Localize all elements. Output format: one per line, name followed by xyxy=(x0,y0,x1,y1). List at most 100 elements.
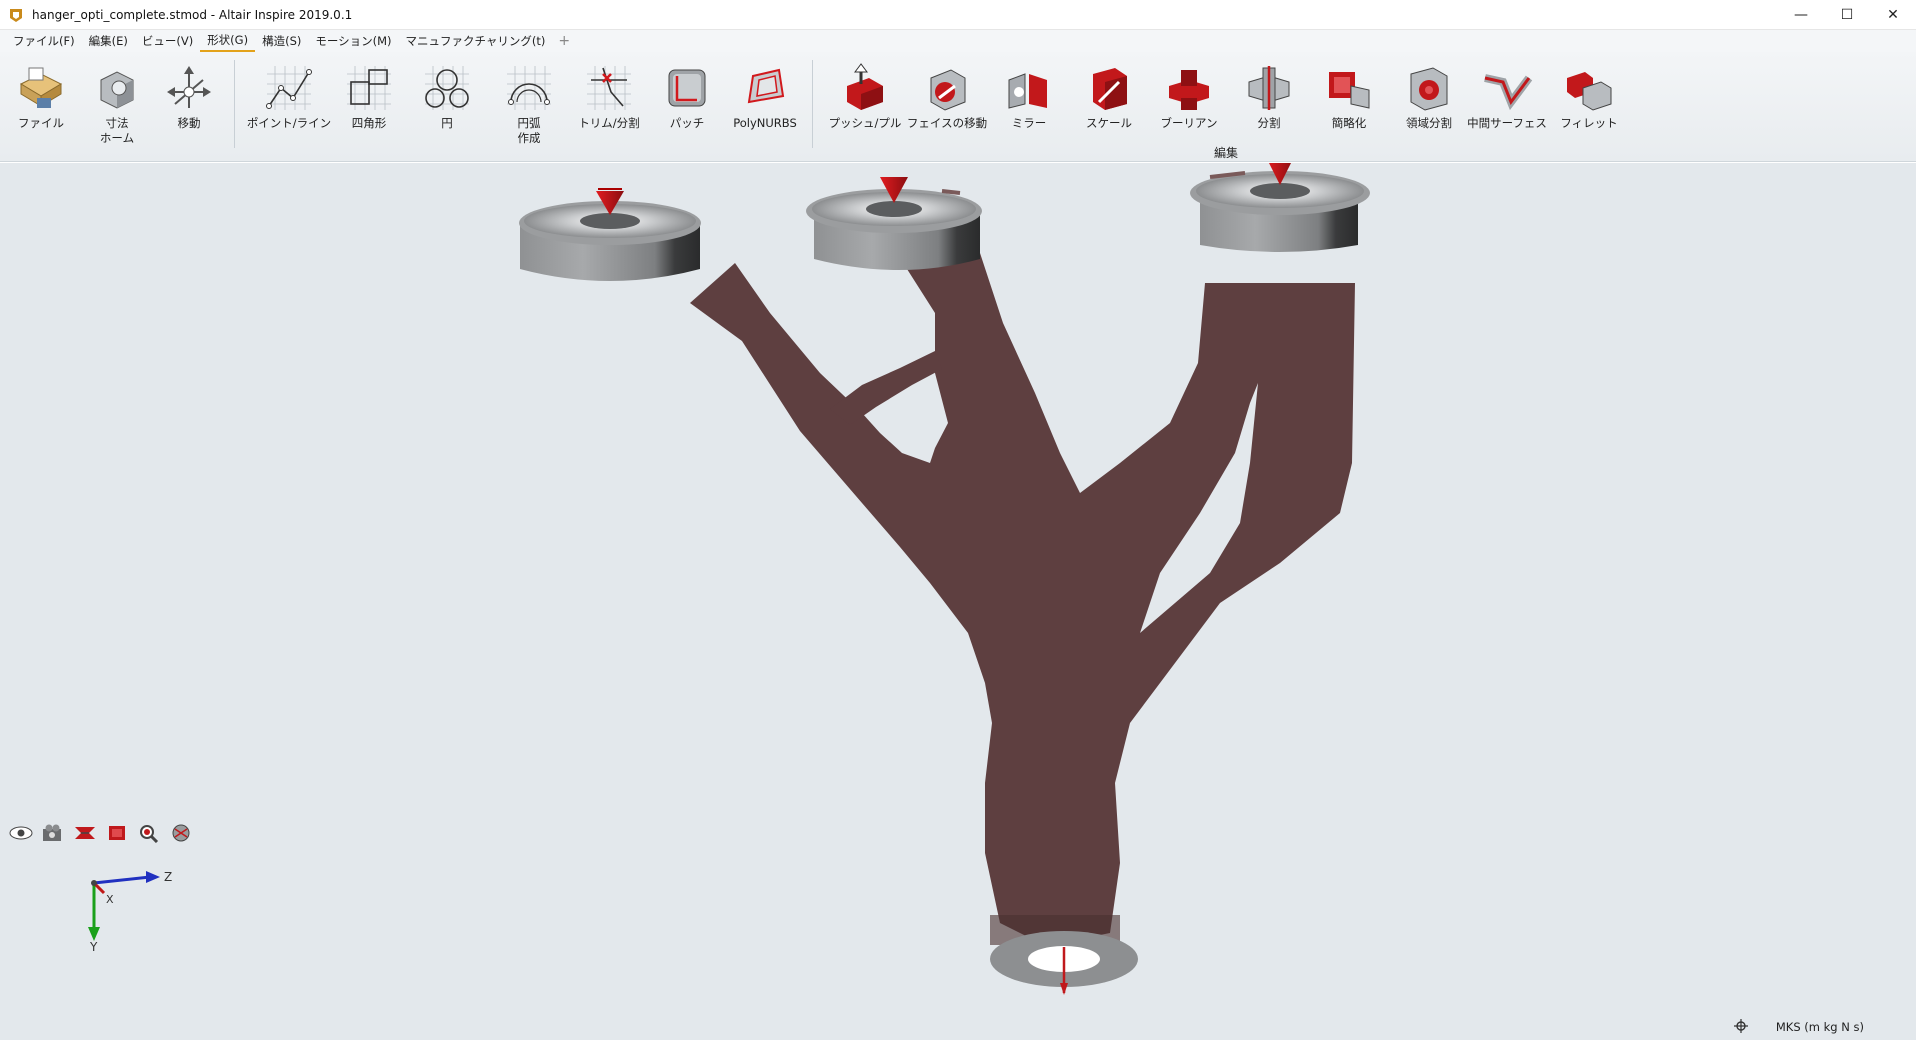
optimized-part xyxy=(690,253,1355,943)
trim-split-button[interactable]: トリム/分割 xyxy=(570,62,648,131)
section-icon[interactable] xyxy=(72,822,98,844)
view-toolbar xyxy=(8,822,194,844)
ribbon-toolbar: ファイル 寸法 ホーム 移動 ポイント/ライン 四角形 円 円弧 作成 トリム/… xyxy=(0,52,1916,162)
maximize-icon[interactable]: ☐ xyxy=(1824,0,1870,30)
point-line-button[interactable]: ポイント/ライン xyxy=(246,62,332,131)
edit-group-label: 編集 xyxy=(1214,146,1239,160)
boolean-icon xyxy=(1169,70,1209,110)
scale-button[interactable]: スケール xyxy=(1070,62,1148,131)
modeling-viewport[interactable]: Z X Y xyxy=(0,163,1916,1040)
circle-icon xyxy=(425,66,469,110)
visibility-eye-icon[interactable] xyxy=(8,822,34,844)
menu-manufacturing[interactable]: マニュファクチャリング(t) xyxy=(399,31,553,51)
rectangle-button[interactable]: 四角形 xyxy=(330,62,408,131)
circle-button[interactable]: 円 xyxy=(408,62,486,131)
partition-label: 領域分割 xyxy=(1406,116,1452,130)
scale-icon xyxy=(1093,68,1127,110)
polynurbs-icon xyxy=(747,68,785,104)
menu-view[interactable]: ビュー(V) xyxy=(135,31,200,51)
split-button[interactable]: 分割 xyxy=(1230,62,1308,131)
ribbon-separator xyxy=(812,60,813,148)
rectangle-label: 四角形 xyxy=(351,116,387,130)
move-icon xyxy=(167,66,211,108)
mirror-button[interactable]: ミラー xyxy=(990,62,1068,131)
menu-bar: ファイル(F) 編集(E) ビュー(V) 形状(G) 構造(S) モーション(M… xyxy=(0,30,1916,52)
app-logo-icon xyxy=(10,8,22,22)
create-label: 作成 xyxy=(517,131,541,145)
patch-icon xyxy=(668,69,706,107)
menu-edit[interactable]: 編集(E) xyxy=(82,31,135,51)
split-label: 分割 xyxy=(1257,116,1281,130)
dimension-home-button[interactable]: 寸法 ホーム xyxy=(78,62,156,146)
menu-file[interactable]: ファイル(F) xyxy=(6,31,82,51)
mirror-icon xyxy=(1008,73,1047,109)
box-select-icon[interactable] xyxy=(104,822,130,844)
midsurface-button[interactable]: 中間サーフェス xyxy=(1467,62,1547,131)
point-line-label: ポイント/ライン xyxy=(246,116,332,130)
trim-split-icon xyxy=(587,66,631,110)
fillet-icon xyxy=(1567,72,1612,111)
move-button[interactable]: 移動 xyxy=(150,62,228,131)
partition-button[interactable]: 領域分割 xyxy=(1390,62,1468,131)
patch-button[interactable]: パッチ xyxy=(648,62,726,131)
title-bar: hanger_opti_complete.stmod - Altair Insp… xyxy=(0,0,1916,30)
hanger-model[interactable] xyxy=(0,163,1916,1040)
camera-icon[interactable] xyxy=(40,822,66,844)
file-button[interactable]: ファイル xyxy=(2,62,80,131)
boolean-label: ブーリアン xyxy=(1160,116,1218,130)
fillet-button[interactable]: フィレット xyxy=(1550,62,1628,131)
scale-label: スケール xyxy=(1086,116,1132,130)
home-label: ホーム xyxy=(99,131,135,145)
axis-x-label: X xyxy=(106,893,114,906)
move-face-button[interactable]: フェイスの移動 xyxy=(906,62,988,131)
midsurface-icon xyxy=(1484,74,1533,111)
ribbon-separator xyxy=(234,60,235,148)
axis-z-label: Z xyxy=(164,870,172,884)
menu-geometry[interactable]: 形状(G) xyxy=(200,30,256,52)
simplify-label: 簡略化 xyxy=(1331,116,1367,130)
arc-create-icon xyxy=(507,66,551,110)
midsurface-label: 中間サーフェス xyxy=(1467,116,1547,130)
right-fixture xyxy=(1190,163,1370,252)
polynurbs-button[interactable]: PolyNURBS xyxy=(726,62,804,131)
dimension-label: 寸法 xyxy=(105,116,129,130)
rectangle-icon xyxy=(347,66,391,110)
polynurbs-label: PolyNURBS xyxy=(733,116,797,130)
patch-label: パッチ xyxy=(669,116,705,130)
mirror-label: ミラー xyxy=(1011,116,1047,130)
units-selector[interactable]: MKS (m kg N s) xyxy=(1776,1020,1864,1034)
fillet-label: フィレット xyxy=(1560,116,1618,130)
status-bar: MKS (m kg N s) xyxy=(1733,1016,1916,1038)
move-label: 移動 xyxy=(177,116,201,130)
partition-icon xyxy=(1410,67,1448,111)
menu-structure[interactable]: 構造(S) xyxy=(255,31,308,51)
zoom-icon[interactable] xyxy=(136,822,162,844)
minimize-icon[interactable]: — xyxy=(1778,0,1824,30)
file-icon xyxy=(19,67,63,108)
add-ribbon-icon[interactable]: + xyxy=(552,33,576,49)
push-pull-label: プッシュ/プル xyxy=(828,116,902,130)
close-icon[interactable]: ✕ xyxy=(1870,0,1916,30)
bottom-washer xyxy=(990,931,1138,995)
trim-split-label: トリム/分割 xyxy=(578,116,640,130)
point-line-icon xyxy=(266,66,312,110)
dimension-home-icon xyxy=(100,71,134,109)
left-fixture xyxy=(519,188,701,281)
push-pull-icon xyxy=(847,63,883,110)
split-icon xyxy=(1248,66,1290,110)
arc-label: 円弧 xyxy=(517,116,541,130)
middle-fixture xyxy=(806,177,982,270)
menu-motion[interactable]: モーション(M) xyxy=(308,31,398,51)
circle-label: 円 xyxy=(441,116,453,130)
boolean-button[interactable]: ブーリアン xyxy=(1150,62,1228,131)
move-face-icon xyxy=(930,69,966,111)
window-title: hanger_opti_complete.stmod - Altair Insp… xyxy=(32,7,353,22)
move-face-label: フェイスの移動 xyxy=(906,116,988,130)
render-mode-icon[interactable] xyxy=(168,822,194,844)
snap-icon[interactable] xyxy=(1733,1018,1748,1036)
file-label: ファイル xyxy=(18,116,64,130)
simplify-button[interactable]: 簡略化 xyxy=(1310,62,1388,131)
arc-create-button[interactable]: 円弧 作成 xyxy=(490,62,568,146)
axis-triad: Z X Y xyxy=(80,853,190,954)
push-pull-button[interactable]: プッシュ/プル xyxy=(826,62,904,131)
